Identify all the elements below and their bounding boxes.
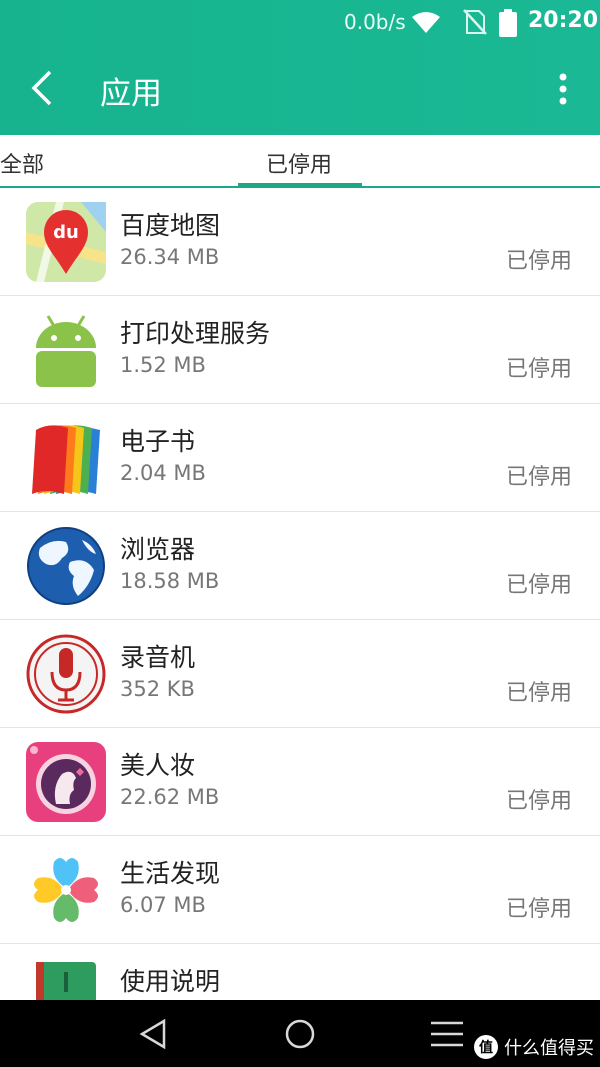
active-tab-indicator (238, 183, 362, 186)
page-title: 应用 (100, 76, 162, 112)
status-label: 已停用 (505, 681, 572, 706)
nav-home-icon[interactable] (284, 1018, 316, 1050)
tab-disabled[interactable]: 已停用 (266, 147, 332, 179)
app-size: 6.07 MB (120, 893, 206, 917)
clover-icon (34, 858, 98, 922)
microphone-icon (26, 634, 106, 714)
more-vert-icon (559, 73, 567, 105)
app-size: 26.34 MB (120, 245, 220, 269)
list-item[interactable]: 电子书 2.04 MB 已停用 (0, 404, 600, 512)
android-icon (36, 315, 96, 387)
app-name: 使用说明 (120, 967, 221, 996)
app-name: 打印处理服务 (120, 319, 271, 348)
app-name: 录音机 (120, 643, 196, 672)
app-size: 2.04 MB (120, 461, 206, 485)
list-item[interactable]: 录音机 352 KB 已停用 (0, 620, 600, 728)
status-label: 已停用 (505, 249, 572, 274)
nav-menu-icon[interactable] (430, 1020, 464, 1048)
status-bar: 0.0b/s 20:20 (0, 0, 600, 44)
list-item[interactable]: 打印处理服务 1.52 MB 已停用 (0, 296, 600, 404)
network-speed: 0.0b/s (344, 10, 406, 34)
list-item[interactable]: 使用说明 (0, 944, 600, 1000)
status-label: 已停用 (505, 357, 572, 382)
list-item[interactable]: 生活发现 6.07 MB 已停用 (0, 836, 600, 944)
app-name: 百度地图 (120, 211, 221, 240)
app-header: 0.0b/s 20:20 应用 (0, 0, 600, 135)
app-name: 生活发现 (120, 859, 221, 888)
tab-all[interactable]: 全部 (0, 147, 44, 179)
app-size: 1.52 MB (120, 353, 206, 377)
globe-icon (27, 527, 105, 605)
status-label: 已停用 (505, 465, 572, 490)
list-item[interactable]: du 百度地图 26.34 MB 已停用 (0, 188, 600, 296)
watermark-text: 什么值得买 (504, 1038, 594, 1059)
list-item[interactable]: 美人妆 22.62 MB 已停用 (0, 728, 600, 836)
app-size: 22.62 MB (120, 785, 220, 809)
no-sim-icon (463, 9, 487, 35)
app-name: 美人妆 (120, 751, 196, 780)
app-size: 352 KB (120, 677, 195, 701)
tab-bar: 全部 已停用 (0, 135, 600, 188)
nav-back-icon[interactable] (138, 1018, 170, 1050)
watermark: 值 什么值得买 (474, 1034, 594, 1060)
status-label: 已停用 (505, 789, 572, 814)
status-label: 已停用 (505, 897, 572, 922)
back-button[interactable] (22, 66, 66, 110)
clock: 20:20 (528, 8, 599, 33)
app-name: 浏览器 (120, 535, 196, 564)
ebook-icon (32, 425, 100, 494)
baidu-map-icon: du (26, 202, 106, 282)
chevron-left-icon (31, 70, 52, 106)
status-label: 已停用 (505, 573, 572, 598)
app-size: 18.58 MB (120, 569, 220, 593)
svg-text:du: du (53, 222, 79, 243)
app-name: 电子书 (120, 427, 196, 456)
battery-icon (499, 9, 517, 37)
navigation-bar: 值 什么值得买 (0, 1000, 600, 1067)
list-item[interactable]: 浏览器 18.58 MB 已停用 (0, 512, 600, 620)
watermark-badge: 值 (474, 1035, 498, 1059)
wifi-icon (412, 12, 440, 33)
app-list[interactable]: du 百度地图 26.34 MB 已停用 打印处理服务 1.52 MB 已停用 … (0, 188, 600, 1000)
more-options-button[interactable] (548, 68, 578, 110)
manual-icon (36, 962, 96, 1000)
beauty-icon (26, 742, 106, 822)
